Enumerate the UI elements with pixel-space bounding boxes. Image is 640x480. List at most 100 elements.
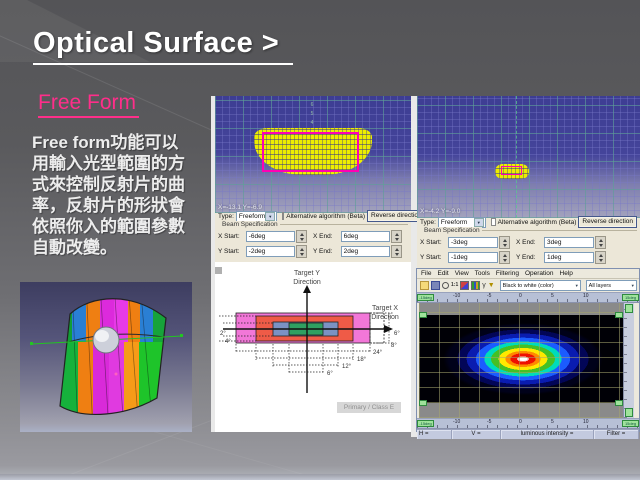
beam-range-outline [262,132,359,172]
beam-form: Type: Freeform ▼ Alternative algorithm (… [215,208,411,262]
y-start-spinner[interactable] [499,251,510,264]
menu-bar: File Edit View Tools Filtering Operation… [417,269,639,279]
y-start-spinner[interactable] [296,245,307,258]
save-icon[interactable] [431,281,440,290]
range-handle[interactable]: -15deg [417,294,434,301]
tick-label: 5 [307,110,317,119]
intensity-plot-area [417,303,639,418]
range-handle[interactable]: -15deg [417,420,434,427]
body-line: Free form功能可以 [32,132,216,153]
type-select[interactable]: Freeform ▼ [438,217,486,228]
tick-label: 4 [307,119,317,128]
degree-label: 4° [225,339,231,345]
photometry-window: File Edit View Tools Filtering Operation… [416,268,640,432]
type-select[interactable]: Freeform ▼ [236,211,277,222]
tick-label: 6 [307,101,317,110]
tick-label: 10 [583,293,589,299]
x-end-spinner[interactable] [391,230,402,243]
y-end-label: Y End: [313,248,339,255]
type-label: Type: [218,213,234,220]
degree-label: 6° [327,371,333,377]
x-end-field[interactable]: 6deg [341,231,390,242]
intensity-heatmap [419,303,623,418]
open-icon[interactable] [420,281,429,290]
svg-text:Direction: Direction [293,279,321,286]
chevron-down-icon[interactable]: ▼ [474,218,484,227]
x-start-spinner[interactable] [296,230,307,243]
tick-label: 0 [519,293,522,299]
y-start-label: Y Start: [218,248,244,255]
status-v: V = [452,430,501,439]
range-handle[interactable]: 15deg [622,420,639,427]
body-line: 用輸入光型範圍的方 [32,153,216,174]
y-end-spinner[interactable] [391,245,402,258]
tick-label: -5 [487,419,491,425]
x-end-spinner[interactable] [595,236,606,249]
x-end-field[interactable]: 3deg [544,237,594,248]
menu-help[interactable]: Help [560,270,573,277]
tick-label: -10 [453,293,460,299]
x-start-field[interactable]: -3deg [448,237,498,248]
x-end-label: X End: [313,233,339,240]
scale-1-1-button[interactable]: 1:1 [451,281,458,290]
palette-select[interactable]: Black to white (color)▼ [500,280,581,291]
layers-select[interactable]: All layers▼ [586,280,637,291]
y-end-spinner[interactable] [595,251,606,264]
reverse-direction-button[interactable]: Reverse direction [578,216,637,228]
y-end-field[interactable]: 1deg [544,252,594,263]
corner-handle[interactable] [615,400,623,406]
degree-label: 2° [220,331,226,337]
y-start-label: Y Start: [420,254,446,261]
tick-label: -10 [453,419,460,425]
status-luminous-intensity: luminous intensity = [501,430,594,439]
body-line: 式來控制反射片的曲 [32,174,216,195]
type-label: Type: [420,219,436,226]
alternative-algorithm-label: Alternative algorithm (Beta) [286,213,365,220]
corner-handle[interactable] [419,400,427,406]
status-bar: H = V = luminous intensity = Filter = [417,429,639,439]
y-start-field[interactable]: -2deg [246,246,295,257]
x-start-field[interactable]: -6deg [246,231,295,242]
svg-text:Direction: Direction [371,314,399,321]
menu-file[interactable]: File [421,270,431,277]
freeform-surface-3d-image [20,282,192,432]
top-ruler: -10 -5 0 5 10 -15deg 15deg [417,292,639,303]
tick-label: 5 [551,293,554,299]
corner-handle[interactable] [419,312,427,318]
status-h: H = [417,430,452,439]
gamma-icon[interactable]: γ [482,281,486,290]
range-handle[interactable] [625,408,633,417]
tick-label: -5 [487,293,491,299]
body-line: 率，反射片的形狀會 [32,195,216,216]
tick-label: 10 [583,419,589,425]
x-start-spinner[interactable] [499,236,510,249]
menu-tools[interactable]: Tools [475,270,490,277]
filter-icon[interactable]: ▼ [488,281,495,290]
tick-label: 5 [551,419,554,425]
menu-view[interactable]: View [455,270,469,277]
menu-operation[interactable]: Operation [525,270,554,277]
range-handle[interactable]: 15deg [622,294,639,301]
cad-panel-narrow-beam: X=-4.2 Y=-9.0 Type: Freeform ▼ Alternati… [417,96,640,268]
range-handle[interactable] [625,304,633,313]
chevron-down-icon[interactable]: ▼ [265,212,275,221]
alternative-algorithm-checkbox[interactable] [491,218,496,226]
menu-edit[interactable]: Edit [437,270,448,277]
contour-view-icon[interactable] [460,281,469,290]
degree-label: 18° [357,357,367,363]
center-axis-line [516,96,517,218]
y-start-field[interactable]: -1deg [448,252,498,263]
toolbar: 1:1 γ ▼ Black to white (color)▼ All laye… [417,279,639,292]
x-start-label: X Start: [420,239,446,246]
menu-filtering[interactable]: Filtering [496,270,519,277]
y-end-label: Y End: [516,254,542,261]
chart-view-icon[interactable] [471,281,480,290]
subtitle-free-form: Free Form [38,91,139,118]
y-end-field[interactable]: 2deg [341,246,390,257]
alternative-algorithm-checkbox[interactable] [282,212,284,220]
beam-range-outline [501,166,522,175]
zoom-icon[interactable] [442,282,449,289]
cad-panel-wide-beam: 6 5 4 3 2 X=-13.1 Y=-6.9 Type: Freeform … [215,96,411,262]
corner-handle[interactable] [615,312,623,318]
body-line: 自動改變。 [32,237,216,258]
